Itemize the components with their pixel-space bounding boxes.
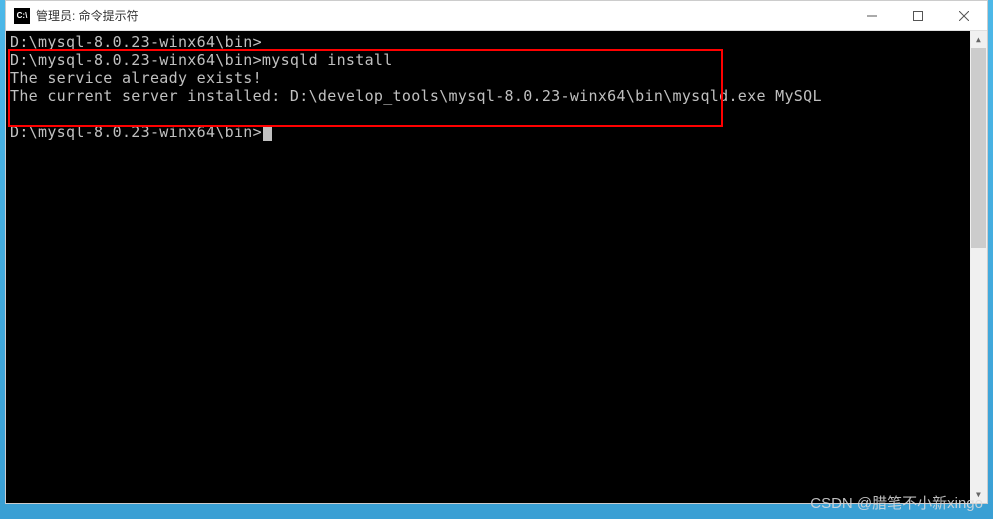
window-controls: [849, 1, 987, 30]
terminal-line: The current server installed: D:\develop…: [10, 87, 983, 105]
maximize-button[interactable]: [895, 1, 941, 30]
terminal-line: D:\mysql-8.0.23-winx64\bin>: [10, 123, 983, 141]
cmd-icon: C:\: [14, 8, 30, 24]
cmd-window: C:\ 管理员: 命令提示符 D:\mysql-8.0.23-winx64\bi…: [5, 0, 988, 504]
close-button[interactable]: [941, 1, 987, 30]
terminal-line: The service already exists!: [10, 69, 983, 87]
terminal-area[interactable]: D:\mysql-8.0.23-winx64\bin>D:\mysql-8.0.…: [6, 31, 987, 503]
window-title: 管理员: 命令提示符: [36, 7, 849, 24]
scroll-up-icon[interactable]: ▲: [970, 31, 987, 48]
minimize-button[interactable]: [849, 1, 895, 30]
scrollbar[interactable]: ▲ ▼: [970, 31, 987, 503]
terminal-line: [10, 105, 983, 123]
titlebar[interactable]: C:\ 管理员: 命令提示符: [6, 1, 987, 31]
terminal-line: D:\mysql-8.0.23-winx64\bin>mysqld instal…: [10, 51, 983, 69]
scroll-down-icon[interactable]: ▼: [970, 486, 987, 503]
scrollbar-thumb[interactable]: [971, 48, 986, 248]
terminal-line: D:\mysql-8.0.23-winx64\bin>: [10, 33, 983, 51]
cursor: [263, 125, 272, 141]
